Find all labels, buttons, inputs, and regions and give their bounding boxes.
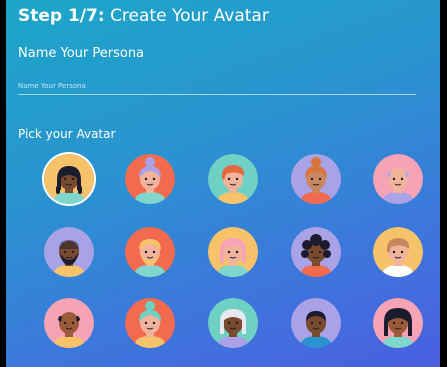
screen: Step 1/7: Create Your Avatar Name Your P… [0, 0, 447, 367]
avatar-4-option[interactable] [291, 154, 341, 204]
avatar-1-option[interactable] [44, 154, 94, 204]
avatar-illustration [125, 154, 175, 204]
avatar-illustration [44, 298, 94, 348]
avatar-3-option[interactable] [208, 154, 258, 204]
avatar-11-option[interactable] [44, 298, 94, 348]
avatar-illustration [291, 154, 341, 204]
avatar-13-option[interactable] [208, 298, 258, 348]
avatar-illustration [373, 227, 423, 277]
avatar-15-option[interactable] [373, 298, 423, 348]
avatar-illustration [291, 227, 341, 277]
avatar-illustration [373, 298, 423, 348]
avatar-illustration [44, 154, 94, 204]
avatar-illustration [208, 154, 258, 204]
avatar-7-option[interactable] [125, 227, 175, 277]
avatar-5-option[interactable] [373, 154, 423, 204]
avatar-10-option[interactable] [373, 227, 423, 277]
avatar-14-option[interactable] [291, 298, 341, 348]
avatar-illustration [208, 227, 258, 277]
avatar-12-option[interactable] [125, 298, 175, 348]
avatar-9-option[interactable] [291, 227, 341, 277]
avatar-illustration [44, 227, 94, 277]
avatar-illustration [125, 227, 175, 277]
avatar-illustration [373, 154, 423, 204]
avatar-6-option[interactable] [44, 227, 94, 277]
avatar-grid [6, 0, 440, 367]
avatar-illustration [291, 298, 341, 348]
avatar-8-option[interactable] [208, 227, 258, 277]
avatar-illustration [208, 298, 258, 348]
avatar-2-option[interactable] [125, 154, 175, 204]
avatar-setup-panel: Step 1/7: Create Your Avatar Name Your P… [6, 0, 440, 367]
avatar-illustration [125, 298, 175, 348]
